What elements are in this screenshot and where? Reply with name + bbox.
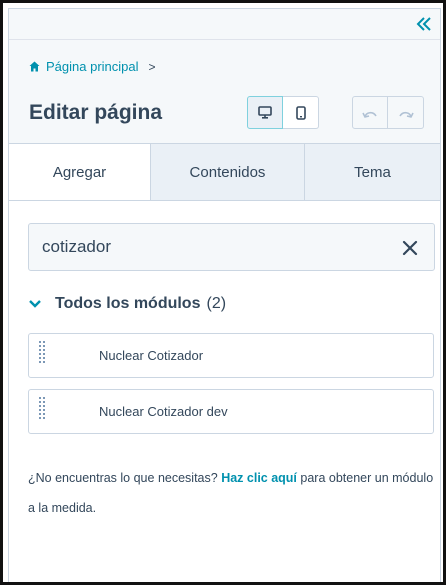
module-item[interactable]: Nuclear Cotizador — [28, 333, 434, 378]
section-count: (2) — [206, 295, 227, 312]
home-icon — [29, 61, 40, 72]
drag-handle-icon — [39, 397, 45, 419]
device-preview-toggle — [247, 96, 319, 129]
tab-agregar[interactable]: Agregar — [9, 144, 150, 200]
module-label: Nuclear Cotizador — [99, 348, 204, 363]
page-title: Editar página — [29, 101, 163, 124]
custom-module-link[interactable]: Haz clic aquí — [221, 471, 297, 485]
mobile-icon — [295, 105, 306, 120]
redo-button[interactable] — [388, 96, 424, 129]
breadcrumb-home-link[interactable]: Página principal — [46, 59, 139, 74]
double-chevron-left-icon — [416, 17, 431, 31]
sidebar-topbar — [9, 9, 440, 40]
module-search — [28, 223, 435, 271]
redo-icon — [398, 111, 414, 118]
undo-button[interactable] — [352, 96, 388, 129]
history-controls — [352, 96, 424, 129]
section-title: Todos los módulos — [55, 295, 201, 312]
desktop-view-button[interactable] — [247, 96, 283, 129]
tab-contenidos[interactable]: Contenidos — [150, 144, 304, 200]
module-label: Nuclear Cotizador dev — [99, 404, 228, 419]
modules-section-toggle[interactable]: Todos los módulos (2) — [28, 295, 226, 313]
help-prefix: ¿No encuentras lo que necesitas? — [28, 471, 218, 485]
breadcrumb: Página principal > — [29, 59, 156, 74]
undo-icon — [362, 111, 377, 118]
sidebar-tabs: Agregar Contenidos Tema — [9, 143, 440, 201]
clear-search-button[interactable] — [400, 238, 420, 258]
chevron-down-icon — [28, 297, 42, 311]
close-icon — [402, 240, 418, 256]
tab-tema[interactable]: Tema — [304, 144, 440, 200]
add-panel: Todos los módulos (2) Nuclear Cotizador — [9, 201, 440, 582]
mobile-view-button[interactable] — [283, 96, 319, 129]
breadcrumb-separator: > — [148, 59, 156, 74]
module-search-input[interactable] — [29, 224, 369, 270]
custom-module-help: ¿No encuentras lo que necesitas? Haz cli… — [28, 463, 438, 523]
collapse-sidebar-button[interactable] — [414, 15, 434, 33]
editor-sidebar: Página principal > Editar página Agregar… — [8, 8, 441, 582]
module-item[interactable]: Nuclear Cotizador dev — [28, 389, 434, 434]
desktop-icon — [258, 106, 272, 119]
app-frame: Página principal > Editar página Agregar… — [0, 0, 446, 585]
drag-handle-icon — [39, 341, 45, 363]
